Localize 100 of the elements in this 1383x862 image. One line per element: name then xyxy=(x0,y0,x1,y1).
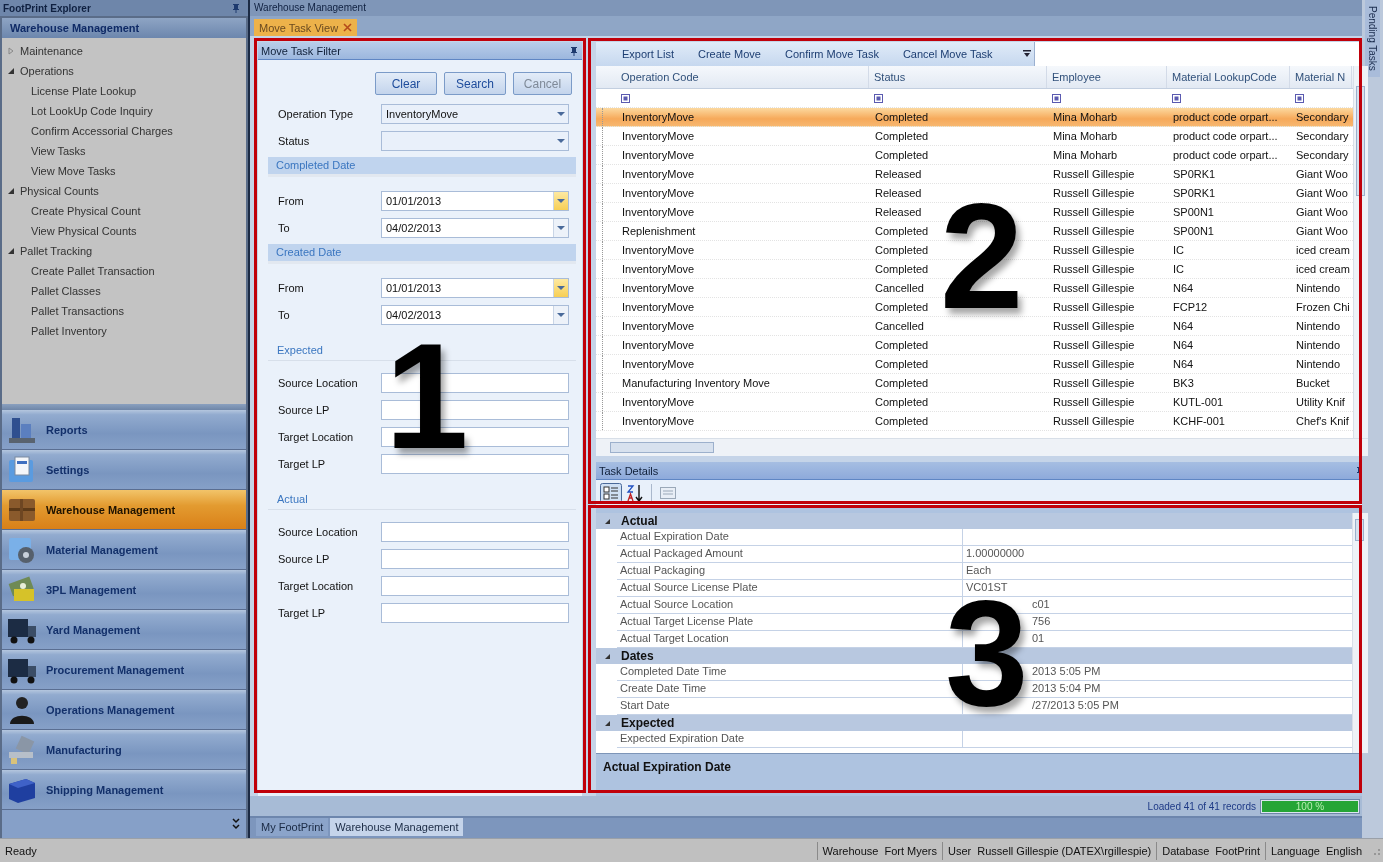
field-label: Target LP xyxy=(278,457,327,470)
document-title: Warehouse Management xyxy=(250,0,1362,16)
text-field[interactable] xyxy=(381,521,569,542)
property-value: 2013 5:04 PM xyxy=(1032,681,1101,696)
filter-cell-icon[interactable] xyxy=(1052,93,1061,103)
horizontal-scrollbar[interactable] xyxy=(596,438,1368,456)
workspace-tab[interactable]: My FootPrint xyxy=(256,818,329,836)
filter-button[interactable]: Clear xyxy=(375,72,437,95)
property-name: Actual Packaged Amount xyxy=(617,546,963,562)
filter-cell-icon[interactable] xyxy=(1295,93,1304,103)
nav-button[interactable]: Operations Management xyxy=(2,690,246,730)
text-field[interactable] xyxy=(381,548,569,569)
collapse-icon[interactable] xyxy=(7,67,15,75)
section-header: Created Date xyxy=(268,244,576,264)
column-header[interactable]: Status xyxy=(869,66,1047,88)
field-label: Operation Type xyxy=(278,107,354,120)
status-text: Ready xyxy=(4,844,38,857)
tree-item[interactable]: Create Physical Count xyxy=(31,205,141,217)
grid-row[interactable]: InventoryMove Released Russell Gillespie SP0RK1 Giant Woo xyxy=(596,165,1353,184)
section-header: Completed Date xyxy=(268,157,576,177)
field-label: Source Location xyxy=(278,525,359,538)
grid-row[interactable]: InventoryMove Completed Mina Moharb product code orpart... Secondary xyxy=(596,127,1353,146)
toolbar-button[interactable]: Cancel Move Task xyxy=(890,48,1005,60)
field-label: Target LP xyxy=(278,606,327,619)
nav-button[interactable]: Reports xyxy=(2,410,246,450)
text-field[interactable] xyxy=(381,575,569,596)
filter-cell-icon[interactable] xyxy=(621,93,630,103)
tree-item[interactable]: View Move Tasks xyxy=(31,165,116,177)
tree-item[interactable]: Maintenance xyxy=(20,45,83,57)
categorized-icon[interactable] xyxy=(600,483,622,503)
text-field[interactable] xyxy=(381,602,569,623)
status-label: User xyxy=(948,844,972,857)
nav-button[interactable]: Settings xyxy=(2,450,246,490)
tree-item[interactable]: Lot LookUp Code Inquiry xyxy=(31,105,153,117)
column-header[interactable]: Employee xyxy=(1047,66,1167,88)
column-header[interactable]: Operation Code xyxy=(616,66,869,88)
collapse-icon[interactable] xyxy=(7,247,15,255)
category-row[interactable]: Actual xyxy=(596,513,1352,529)
tree-item[interactable]: Operations xyxy=(20,65,74,77)
nav-button[interactable]: Shipping Management xyxy=(2,770,246,810)
nav-button[interactable]: Warehouse Management xyxy=(2,490,246,530)
tree-item[interactable]: Physical Counts xyxy=(20,185,99,197)
filter-cell-icon[interactable] xyxy=(874,93,883,103)
grid-row[interactable]: InventoryMove Cancelled Russell Gillespie N64 Nintendo xyxy=(596,317,1353,336)
nav-button[interactable]: Manufacturing xyxy=(2,730,246,770)
column-header[interactable]: Material N xyxy=(1290,66,1352,88)
dropdown-arrow-icon xyxy=(557,285,565,290)
nav-button[interactable]: 3PL Management xyxy=(2,570,246,610)
sort-alphabetical-icon[interactable] xyxy=(626,483,644,503)
category-row[interactable]: Expected xyxy=(596,715,1352,731)
toolbar-button[interactable]: Export List xyxy=(610,48,686,60)
toolbar-button[interactable]: Create Move xyxy=(685,48,773,60)
tree-item[interactable]: Confirm Accessorial Charges xyxy=(31,125,173,137)
tree-item[interactable]: Create Pallet Transaction xyxy=(31,265,155,277)
date-field[interactable]: 01/01/2013 xyxy=(381,277,569,298)
dropdown-field[interactable] xyxy=(381,130,569,151)
grid-row[interactable]: InventoryMove Completed Russell Gillespie KCHF-001 Chef's Knif xyxy=(596,412,1353,431)
tree-item[interactable]: Pallet Classes xyxy=(31,285,101,297)
grid-row[interactable]: InventoryMove Released Russell Gillespie SP0RK1 Giant Woo xyxy=(596,184,1353,203)
collapse-icon[interactable] xyxy=(7,187,15,195)
tree-item[interactable]: Pallet Transactions xyxy=(31,305,124,317)
tree-item[interactable]: View Tasks xyxy=(31,145,86,157)
selected-row[interactable]: InventoryMove Completed Mina Moharb product code orpart... Secondary xyxy=(596,108,1353,127)
section-header: Actual xyxy=(268,489,576,510)
nav-button[interactable]: Yard Management xyxy=(2,610,246,650)
description-title: Actual Expiration Date xyxy=(603,760,732,774)
column-header[interactable]: Material LookupCode xyxy=(1167,66,1290,88)
nav-button[interactable]: Procurement Management xyxy=(2,650,246,690)
document-tab[interactable]: Move Task View xyxy=(254,19,358,36)
chevron-icon[interactable] xyxy=(232,818,240,830)
grid-row[interactable]: Manufacturing Inventory Move Completed Russell Gillespie BK3 Bucket xyxy=(596,374,1353,393)
splitter-handle[interactable] xyxy=(2,404,246,410)
toolbar-button[interactable]: Confirm Move Task xyxy=(772,48,891,60)
text-field[interactable] xyxy=(381,453,569,474)
side-tab[interactable]: Pending Tasks xyxy=(1365,0,1380,77)
grid-row[interactable]: InventoryMove Completed Russell Gillespie KUTL-001 Utility Knif xyxy=(596,393,1353,412)
property-value: VC01ST xyxy=(966,580,1008,595)
date-field[interactable]: 04/02/2013 xyxy=(381,304,569,325)
date-field[interactable]: 01/01/2013 xyxy=(381,190,569,211)
nav-button[interactable]: Material Management xyxy=(2,530,246,570)
property-name: Actual Packaging xyxy=(617,563,963,579)
property-pages-icon[interactable] xyxy=(659,484,677,502)
tree-item[interactable]: Pallet Tracking xyxy=(20,245,93,257)
date-field[interactable]: 04/02/2013 xyxy=(381,217,569,238)
dropdown-field[interactable]: InventoryMove xyxy=(381,103,569,124)
filter-button[interactable]: Search xyxy=(444,72,506,95)
grid-row[interactable]: InventoryMove Completed Mina Moharb product code orpart... Secondary xyxy=(596,146,1353,165)
tree-item[interactable]: Pallet Inventory xyxy=(31,325,107,337)
filter-cell-icon[interactable] xyxy=(1172,93,1181,103)
status-value: English xyxy=(1325,844,1362,857)
property-value: 2013 5:05 PM xyxy=(1032,664,1101,679)
grid-row[interactable]: InventoryMove Completed Russell Gillespie N64 Nintendo xyxy=(596,355,1353,374)
tree-item[interactable]: View Physical Counts xyxy=(31,225,137,237)
tree-item[interactable]: License Plate Lookup xyxy=(31,85,137,97)
property-value: Each xyxy=(966,563,992,578)
grid-row[interactable]: InventoryMove Completed Russell Gillespie N64 Nintendo xyxy=(596,336,1353,355)
workspace-tab[interactable]: Warehouse Management xyxy=(330,818,464,836)
property-value: c01 xyxy=(1032,597,1050,612)
dropdown-arrow-icon xyxy=(557,312,565,317)
field-label: Source LP xyxy=(278,552,331,565)
